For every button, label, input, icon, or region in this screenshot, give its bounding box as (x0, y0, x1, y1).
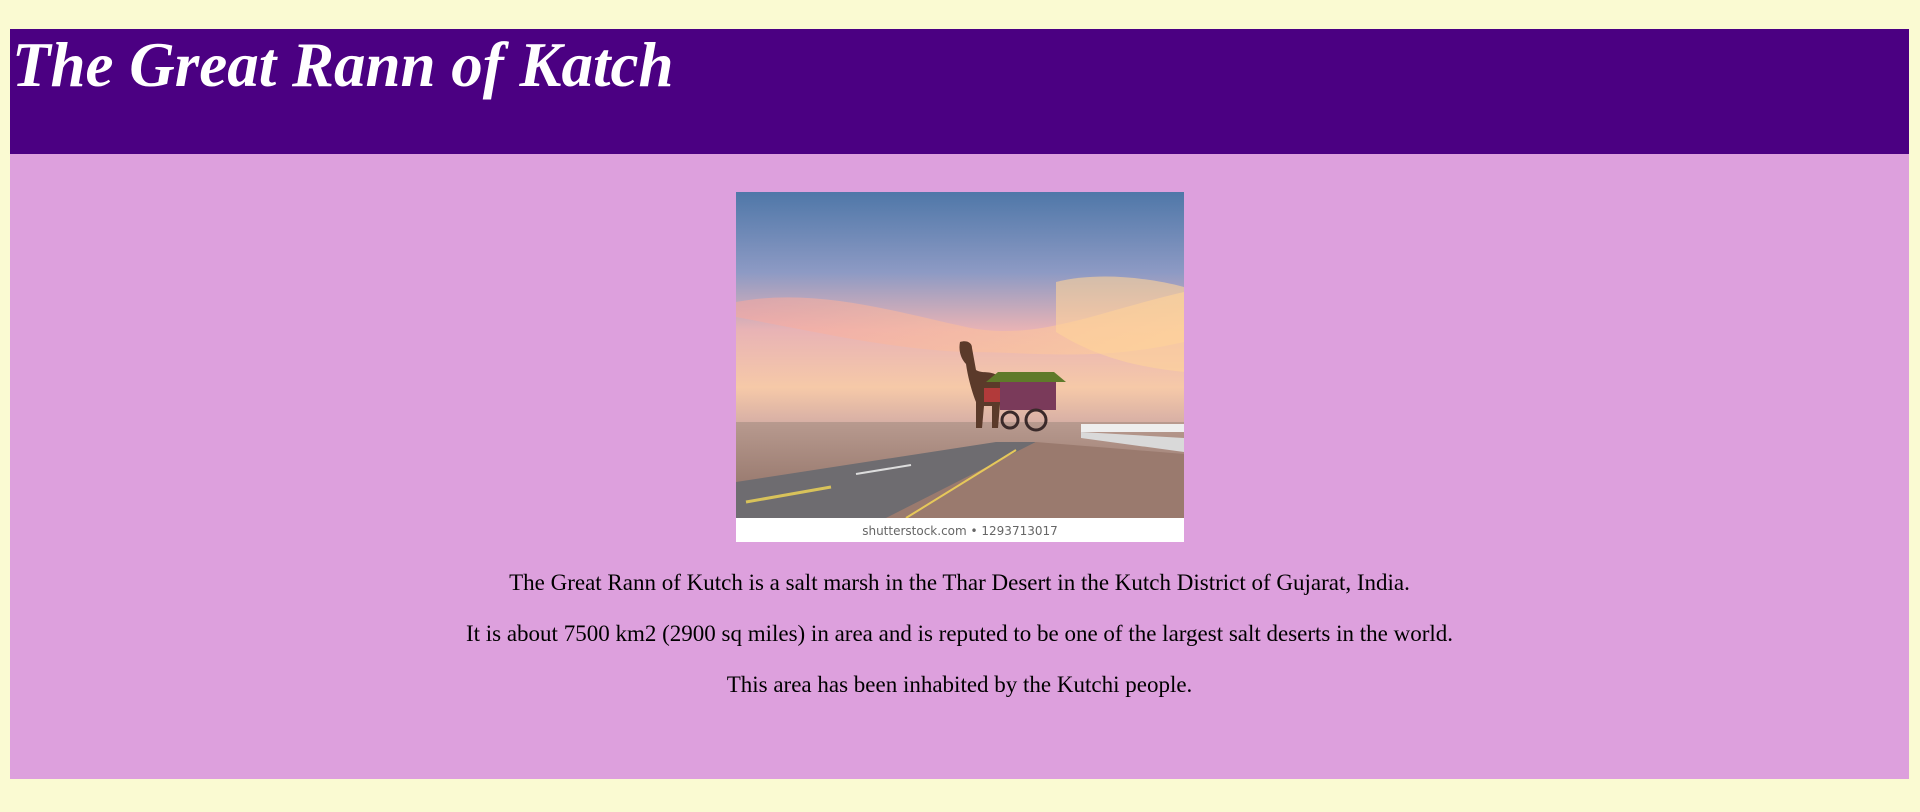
paragraph-area: It is about 7500 km2 (2900 sq miles) in … (465, 621, 1454, 646)
image-watermark: shutterstock.com • 1293713017 (862, 524, 1058, 538)
paragraph-people: This area has been inhabited by the Kutc… (726, 672, 1193, 697)
main-content: shutterstock.com • 1293713017 The Great … (10, 154, 1909, 779)
page-header: The Great Rann of Katch (10, 29, 1909, 154)
camel-cart-photo: shutterstock.com • 1293713017 (736, 192, 1184, 542)
page-title: The Great Rann of Katch (12, 30, 674, 100)
paragraph-description: The Great Rann of Kutch is a salt marsh … (509, 570, 1410, 595)
